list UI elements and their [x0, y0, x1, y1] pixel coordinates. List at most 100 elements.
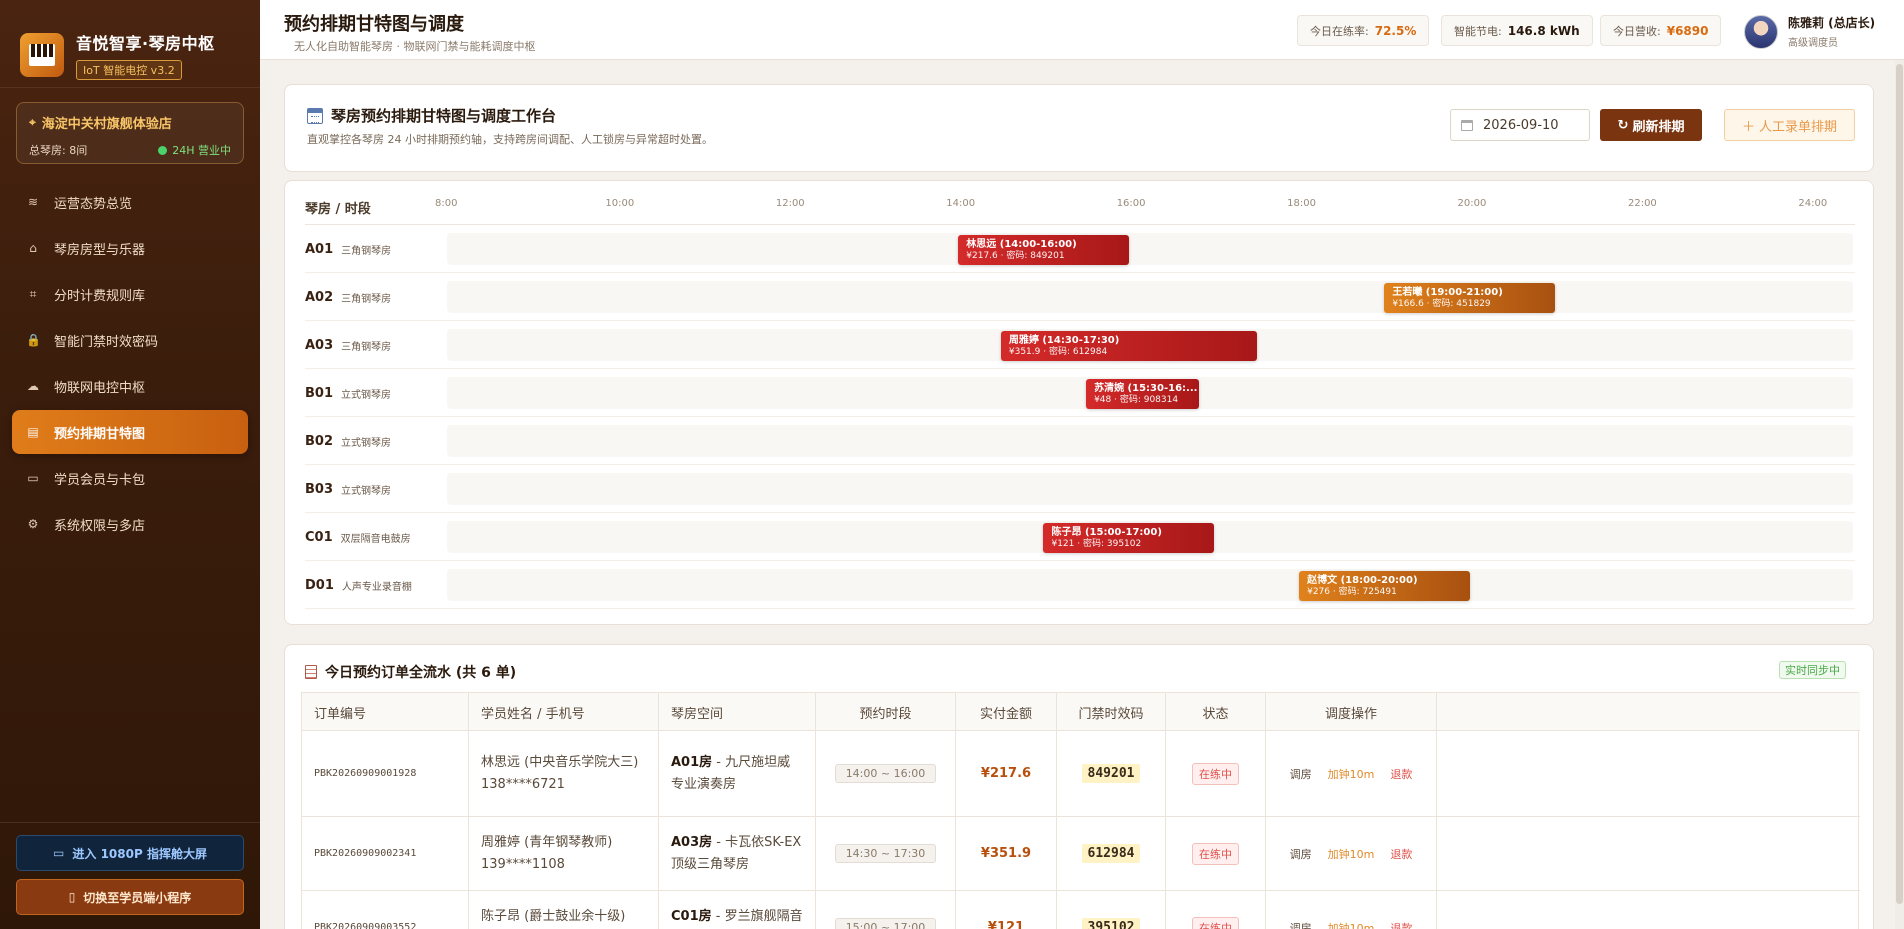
sync-status-badge: 实时同步中: [1779, 661, 1846, 679]
refund-link[interactable]: 退款: [1390, 846, 1412, 862]
nav-item-label: 智能门禁时效密码: [54, 334, 159, 350]
ops-group: 调房 加钟10m 退款: [1266, 766, 1436, 782]
booking-detail: ¥48 · 密码: 908314: [1094, 395, 1179, 405]
student-cell: 陈子昂 (爵士鼓业余十级)150****8899: [469, 891, 659, 929]
access-code: 612984: [1081, 844, 1141, 863]
reassign-room-link[interactable]: 调房: [1290, 920, 1312, 929]
amount: ¥217.6: [980, 766, 1032, 781]
booking-bar[interactable]: 陈子昂 (15:00-17:00) ¥121 · 密码: 395102: [1043, 523, 1214, 553]
page-scrollbar[interactable]: [1895, 60, 1904, 929]
gantt-track[interactable]: 林思远 (14:00-16:00) ¥217.6 · 密码: 849201: [447, 233, 1853, 265]
room-code: A02: [305, 289, 334, 305]
gantt-row: D01 人声专业录音棚 赵博文 (18:00-20:00) ¥276 · 密码: 72…: [305, 561, 1855, 609]
column-header: 订单编号: [302, 693, 469, 731]
user-role: 高级调度员: [1788, 38, 1838, 49]
extend-10m-link[interactable]: 加钟10m: [1328, 846, 1375, 862]
orders-table: 订单编号 学员姓名 / 手机号 琴房空间 预约时段 实付金额 门禁时效码 状态 调度操作 PB…: [301, 692, 1860, 929]
booking-bar[interactable]: 林思远 (14:00-16:00) ¥217.6 · 密码: 849201: [958, 235, 1129, 265]
room-type: 立式钢琴房: [341, 485, 391, 497]
sidebar-bottom: ▭ 进入 1080P 指挥舱大屏 ▯ 切换至学员端小程序: [0, 822, 260, 929]
nav-item-label: 运营态势总览: [54, 196, 133, 212]
refresh-schedule-button[interactable]: ↻ 刷新排期: [1600, 109, 1702, 141]
order-id-cell: PBK20260909001928: [302, 731, 469, 816]
booking-detail: ¥166.6 · 密码: 451829: [1392, 299, 1491, 309]
gantt-track[interactable]: [447, 473, 1853, 505]
nav-item-7[interactable]: ▭ 学员会员与卡包: [12, 456, 248, 500]
room-type: 人声专业录音棚: [341, 581, 412, 593]
status-dot-icon: [158, 145, 168, 155]
bigscreen-label: 进入 1080P 指挥舱大屏: [72, 846, 207, 861]
booking-bar[interactable]: 王若曦 (19:00-21:00) ¥166.6 · 密码: 451829: [1384, 283, 1555, 313]
amount: ¥351.9: [980, 846, 1032, 861]
extend-10m-link[interactable]: 加钟10m: [1328, 920, 1375, 929]
gantt-row: B01 立式钢琴房 苏清婉 (15:30-16:... ¥48 · 密码: 90831…: [305, 369, 1855, 417]
nav-item-4[interactable]: 🔒 智能门禁时效密码: [12, 318, 248, 362]
amount-cell: ¥121: [956, 891, 1057, 929]
reassign-room-link[interactable]: 调房: [1290, 846, 1312, 862]
booking-detail: ¥121 · 密码: 395102: [1051, 539, 1142, 549]
time-tick: 16:00: [1116, 198, 1146, 209]
workbench-subtitle: 直观掌控各琴房 24 小时排期预约轴，支持跨房间调配、人工锁房与异常超时处置。: [307, 133, 713, 146]
column-header: 实付金额: [956, 693, 1057, 731]
gantt-track[interactable]: 赵博文 (18:00-20:00) ¥276 · 密码: 725491: [447, 569, 1853, 601]
nav-icon: ⌂: [29, 241, 37, 255]
gantt-track[interactable]: 苏清婉 (15:30-16:... ¥48 · 密码: 908314: [447, 377, 1853, 409]
room-type: 双层隔音电鼓房: [340, 533, 411, 545]
room-cell: A01房 - 九尺施坦威专业演奏房: [659, 731, 816, 816]
date-picker[interactable]: 2026-09-10: [1450, 109, 1590, 141]
nav-item-6[interactable]: ▤ 预约排期甘特图: [12, 410, 248, 454]
booking-bar[interactable]: 苏清婉 (15:30-16:... ¥48 · 密码: 908314: [1086, 379, 1200, 409]
status-cell: 在练中: [1166, 817, 1266, 890]
ops-cell: 调房 加钟10m 退款: [1266, 731, 1437, 816]
booking-bar[interactable]: 赵博文 (18:00-20:00) ¥276 · 密码: 725491: [1299, 571, 1470, 601]
bigscreen-button[interactable]: ▭ 进入 1080P 指挥舱大屏: [16, 835, 244, 871]
topbar: 预约排期甘特图与调度 无人化自助智能琴房 · 物联网门禁与能耗调度中枢 今日在练…: [260, 0, 1904, 60]
gantt-row: B03 立式钢琴房: [305, 465, 1855, 513]
nav-item-2[interactable]: ⌂ 琴房房型与乐器: [12, 226, 248, 270]
nav-item-label: 分时计费规则库: [54, 288, 146, 304]
column-header: 琴房空间: [659, 693, 816, 731]
access-code-cell: 849201: [1057, 731, 1166, 816]
time-chip: 14:30 ~ 17:30: [834, 844, 937, 863]
user-profile[interactable]: 陈雅莉 (总店长) 高级调度员: [1744, 14, 1875, 49]
room-code: A01: [305, 241, 334, 257]
nav-item-1[interactable]: ≋ 运营态势总览: [12, 180, 248, 224]
nav-icon: 🔒: [26, 333, 41, 347]
plus-icon: ＋: [1741, 119, 1755, 135]
calendar-small-icon: [1461, 119, 1473, 131]
store-name: 海淀中关村旗舰体验店: [41, 117, 172, 132]
gantt-track[interactable]: 陈子昂 (15:00-17:00) ¥121 · 密码: 395102: [447, 521, 1853, 553]
status-cell: 在练中: [1166, 731, 1266, 816]
status-badge: 在练中: [1192, 916, 1239, 929]
sidebar: 音悦智享·琴房中枢 IoT 智能电控 v3.2 ⌖ 海淀中关村旗舰体验店 总琴房:…: [0, 0, 260, 929]
reassign-room-link[interactable]: 调房: [1290, 766, 1312, 782]
nav-item-5[interactable]: ☁ 物联网电控中枢: [12, 364, 248, 408]
scrollbar-thumb[interactable]: [1896, 64, 1903, 904]
gantt-track[interactable]: 周雅婷 (14:30-17:30) ¥351.9 · 密码: 612984: [447, 329, 1853, 361]
store-card[interactable]: ⌖ 海淀中关村旗舰体验店 总琴房: 8间 24H 营业中: [16, 102, 244, 164]
refund-link[interactable]: 退款: [1390, 766, 1412, 782]
refund-link[interactable]: 退款: [1390, 920, 1412, 929]
column-header: 调度操作: [1266, 693, 1437, 731]
room-type: 三角钢琴房: [341, 293, 392, 305]
access-code: 849201: [1081, 764, 1141, 783]
time-tick: 20:00: [1457, 198, 1487, 209]
nav-item-8[interactable]: ⚙ 系统权限与多店: [12, 502, 248, 546]
manual-entry-button[interactable]: ＋人工录单排期: [1724, 109, 1855, 141]
room-cell: A03房 - 卡瓦依SK-EX顶级三角琴房: [659, 817, 816, 890]
booking-detail: ¥217.6 · 密码: 849201: [966, 251, 1065, 261]
extend-10m-link[interactable]: 加钟10m: [1328, 766, 1375, 782]
stat-energy-saved: 智能节电: 146.8 kWh: [1441, 15, 1593, 46]
piano-logo-icon: [20, 32, 64, 77]
student-name: 林思远 (中央音乐学院大三): [481, 754, 639, 770]
miniapp-button[interactable]: ▯ 切换至学员端小程序: [16, 879, 244, 915]
gantt-track[interactable]: [447, 425, 1853, 457]
booking-bar[interactable]: 周雅婷 (14:30-17:30) ¥351.9 · 密码: 612984: [1000, 331, 1257, 361]
student-cell: 周雅婷 (青年钢琴教师) 139****1108: [469, 817, 659, 890]
time-tick: 8:00: [435, 198, 458, 209]
nav-item-3[interactable]: ⌗ 分时计费规则库: [12, 272, 248, 316]
access-code-cell: 395102: [1057, 891, 1166, 929]
gantt-row: C01 双层隔音电鼓房 陈子昂 (15:00-17:00) ¥121 · 密码: 39…: [305, 513, 1855, 561]
table-row: PBK20260909002341 周雅婷 (青年钢琴教师) 139****1108…: [302, 817, 1860, 891]
gantt-track[interactable]: 王若曦 (19:00-21:00) ¥166.6 · 密码: 451829: [447, 281, 1853, 313]
